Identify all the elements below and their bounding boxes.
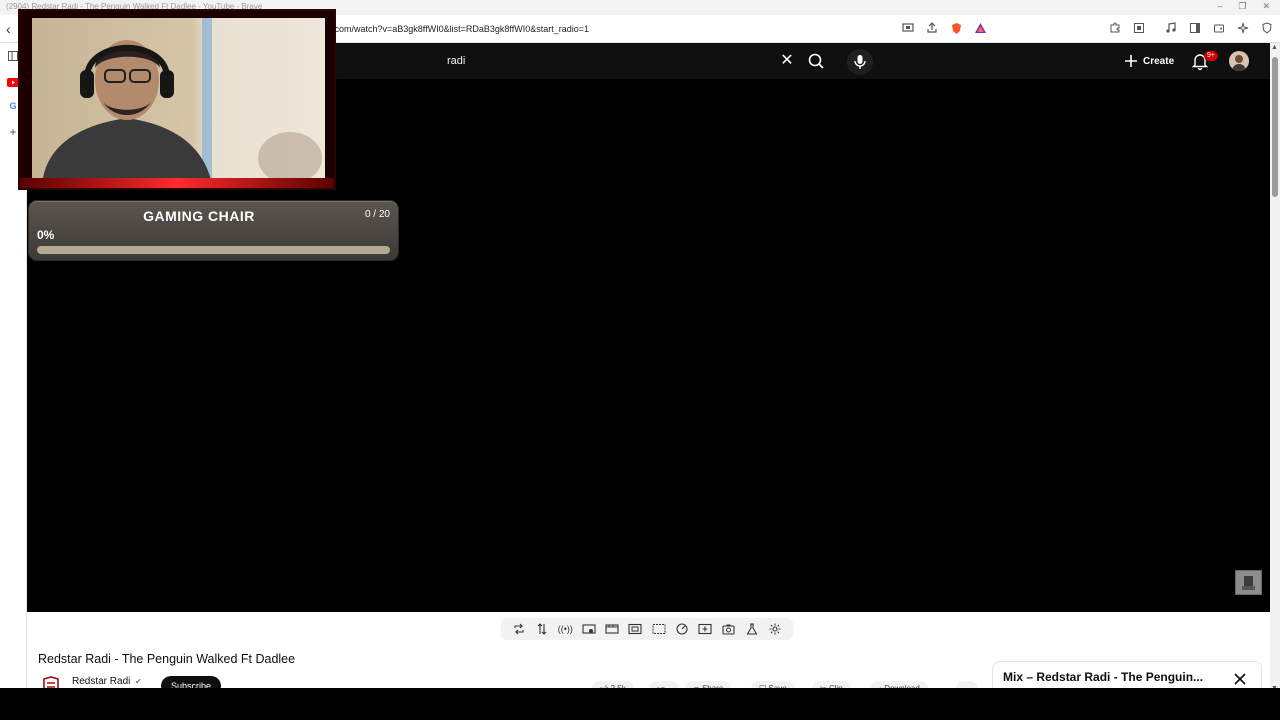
brave-rewards-icon[interactable]: [973, 21, 987, 35]
notification-badge: 9+: [1204, 51, 1218, 61]
playlist-title[interactable]: Mix – Redstar Radi - The Penguin...: [1003, 670, 1203, 684]
streamer-silhouette: [42, 18, 322, 184]
close-window-icon[interactable]: ✕: [1262, 1, 1270, 12]
brave-shields-icon[interactable]: [949, 21, 963, 35]
audio-mode-icon[interactable]: ((•)): [558, 622, 573, 636]
cinema-mode-icon[interactable]: [605, 622, 619, 636]
sort-icon[interactable]: [535, 622, 549, 636]
crop-icon[interactable]: [652, 622, 666, 636]
tab-manager-icon[interactable]: [1132, 21, 1146, 35]
below-video-section: ((•)) Redstar Radi - The Penguin Walked …: [27, 612, 1270, 701]
microphone-icon[interactable]: [847, 49, 873, 75]
bottom-black-strip: [0, 688, 1280, 720]
close-playlist-icon[interactable]: [1233, 672, 1247, 686]
goal-percent: 0%: [37, 228, 55, 242]
wallet-icon[interactable]: [1212, 21, 1226, 35]
search-icon[interactable]: [805, 51, 827, 71]
media-icon[interactable]: [1164, 21, 1178, 35]
browser-extensions: [1108, 21, 1280, 35]
search-input[interactable]: radi: [447, 55, 465, 67]
webcam-feed: [32, 18, 325, 184]
back-button[interactable]: ‹: [6, 21, 11, 37]
video-thumbnail-preview[interactable]: [1235, 570, 1262, 595]
create-button[interactable]: Create: [1124, 51, 1174, 71]
share-page-icon[interactable]: [925, 21, 939, 35]
add-to-queue-icon[interactable]: [698, 622, 712, 636]
avatar[interactable]: [1229, 51, 1249, 71]
goal-progress-bar: [37, 246, 390, 254]
fit-screen-icon[interactable]: [628, 622, 642, 636]
window-controls: – ❐ ✕: [1217, 1, 1270, 12]
goal-count: 0 / 20: [364, 209, 390, 220]
plus-icon: [1125, 55, 1137, 67]
page-scrollbar[interactable]: ▲ ▼: [1270, 43, 1280, 693]
goal-widget: GAMING CHAIR 0 / 20 0%: [28, 200, 399, 261]
address-bar-actions: [901, 21, 987, 35]
scroll-up-icon[interactable]: ▲: [1271, 44, 1278, 51]
lab-flask-icon[interactable]: [745, 622, 759, 636]
create-label: Create: [1143, 55, 1175, 67]
playlist-view-icon[interactable]: [582, 622, 596, 636]
settings-gear-icon[interactable]: [768, 622, 782, 636]
search-box: radi ✕: [437, 49, 827, 73]
clear-search-icon[interactable]: ✕: [777, 51, 797, 71]
video-title: Redstar Radi - The Penguin Walked Ft Dad…: [38, 652, 296, 666]
channel-name[interactable]: Redstar Radi: [72, 676, 130, 687]
screenshot-camera-icon[interactable]: [722, 622, 736, 636]
address-bar[interactable]: .com/watch?v=aB3gk8ffWI0&list=RDaB3gk8ff…: [332, 24, 589, 34]
restore-icon[interactable]: ❐: [1238, 1, 1246, 12]
vpn-shield-icon[interactable]: [1260, 21, 1274, 35]
speed-icon[interactable]: [675, 622, 689, 636]
webcam-overlay: [18, 9, 336, 190]
minimize-icon[interactable]: –: [1217, 1, 1222, 12]
scrollbar-thumb[interactable]: [1272, 57, 1278, 197]
webcam-frame-glow: [20, 178, 334, 188]
leo-ai-icon[interactable]: [1236, 21, 1250, 35]
loop-icon[interactable]: [512, 622, 526, 636]
enhancer-toolbar: ((•)): [501, 618, 793, 640]
cast-icon[interactable]: [901, 21, 915, 35]
sidebar-toggle-icon[interactable]: [1188, 21, 1202, 35]
verified-badge-icon: ✔: [135, 677, 142, 686]
goal-title: GAMING CHAIR: [143, 208, 255, 224]
extensions-icon[interactable]: [1108, 21, 1122, 35]
